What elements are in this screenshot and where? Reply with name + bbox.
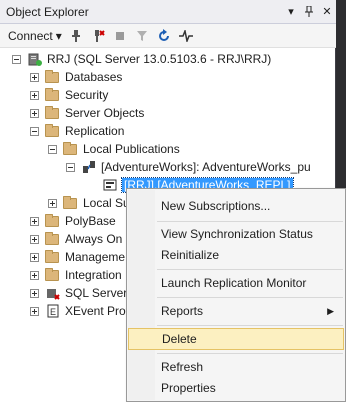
activity-monitor-icon[interactable] <box>178 28 194 44</box>
tree-label-server-objects: Server Objects <box>65 106 145 120</box>
sql-agent-icon <box>45 286 60 301</box>
connect-object-explorer-icon[interactable] <box>68 28 84 44</box>
connect-label: Connect <box>8 28 53 43</box>
tree-node-always-on[interactable]: Always On <box>30 230 122 248</box>
expand-icon[interactable] <box>30 72 39 82</box>
folder-icon <box>45 87 59 101</box>
tree-node-integration[interactable]: Integration <box>30 266 122 284</box>
collapse-icon[interactable] <box>48 144 57 154</box>
svg-text:E: E <box>50 307 56 317</box>
pin-icon[interactable] <box>300 2 318 22</box>
menu-label-delete: Delete <box>162 332 197 346</box>
tree-node-server[interactable]: RRJ (SQL Server 13.0.5103.6 - RRJ\RRJ) <box>12 50 271 68</box>
tree-node-local-subscriptions[interactable]: Local Su <box>48 194 130 212</box>
folder-icon <box>45 249 59 263</box>
menu-label-refresh: Refresh <box>161 360 204 374</box>
menu-separator <box>157 353 343 354</box>
title-bar: Object Explorer ▾ ✕ <box>0 0 336 24</box>
menu-label-reports: Reports <box>161 304 204 318</box>
menu-separator <box>157 221 343 222</box>
menu-item-launch-replication-monitor[interactable]: Launch Replication Monitor <box>128 272 344 294</box>
server-icon <box>27 52 42 67</box>
menu-item-refresh[interactable]: Refresh <box>128 356 344 378</box>
collapse-icon[interactable] <box>12 54 21 64</box>
chevron-down-icon: ▾ <box>55 28 62 43</box>
tree-node-polybase[interactable]: PolyBase <box>30 212 116 230</box>
tree-label-always-on: Always On <box>65 232 123 246</box>
xevent-profiler-icon: E <box>45 304 60 319</box>
menu-label-launch-replication-monitor: Launch Replication Monitor <box>161 276 307 290</box>
expand-icon[interactable] <box>30 108 39 118</box>
panel-title: Object Explorer <box>6 4 89 19</box>
expand-icon[interactable] <box>30 306 39 316</box>
tree-label-polybase: PolyBase <box>65 214 116 228</box>
close-icon[interactable]: ✕ <box>318 2 336 22</box>
tree-label-publication: [AdventureWorks]: AdventureWorks_pu <box>101 160 311 174</box>
folder-icon <box>63 141 77 155</box>
menu-label-reinitialize: Reinitialize <box>161 248 220 262</box>
folder-icon <box>45 213 59 227</box>
submenu-arrow-icon: ▶ <box>327 305 334 316</box>
toolbar: Connect ▾ <box>0 24 336 48</box>
tree-label-databases: Databases <box>65 70 123 84</box>
menu-item-properties[interactable]: Properties <box>128 377 344 399</box>
folder-icon <box>45 123 59 137</box>
expand-icon[interactable] <box>30 270 39 280</box>
connect-button[interactable]: Connect ▾ <box>8 29 62 43</box>
tree-node-replication[interactable]: Replication <box>30 122 124 140</box>
folder-icon <box>45 267 59 281</box>
tree-label-replication: Replication <box>65 124 125 138</box>
expand-icon[interactable] <box>30 90 39 100</box>
expand-icon[interactable] <box>48 198 57 208</box>
tree-label-management: Manageme <box>65 250 126 264</box>
tree-label-server: RRJ (SQL Server 13.0.5103.6 - RRJ\RRJ) <box>47 52 272 66</box>
disconnect-icon[interactable] <box>90 28 106 44</box>
tree-label-local-publications: Local Publications <box>83 142 180 156</box>
tree-node-server-objects[interactable]: Server Objects <box>30 104 144 122</box>
folder-icon <box>45 105 59 119</box>
tree-label-security: Security <box>65 88 109 102</box>
tree-node-management[interactable]: Manageme <box>30 248 125 266</box>
tree-node-publication[interactable]: [AdventureWorks]: AdventureWorks_pu <box>66 158 311 176</box>
expand-icon[interactable] <box>30 216 39 226</box>
expand-icon[interactable] <box>30 288 39 298</box>
tree-node-databases[interactable]: Databases <box>30 68 122 86</box>
tree-label-xevent-profiler: XEvent Prof <box>65 304 130 318</box>
menu-separator <box>157 269 343 270</box>
refresh-icon[interactable] <box>156 28 172 44</box>
expand-icon[interactable] <box>30 252 39 262</box>
tree-label-integration: Integration <box>65 268 122 282</box>
menu-separator <box>157 325 343 326</box>
context-menu: New Subscriptions... View Synchronizatio… <box>126 188 346 402</box>
folder-icon <box>45 231 59 245</box>
tree-node-sql-server-agent[interactable]: SQL Server <box>30 284 127 302</box>
stop-icon[interactable] <box>112 28 128 44</box>
tree-node-xevent-profiler[interactable]: E XEvent Prof <box>30 302 129 320</box>
tree-label-local-subscriptions: Local Su <box>83 196 130 210</box>
menu-separator <box>157 297 343 298</box>
folder-icon <box>45 69 59 83</box>
window-position-dropdown-icon[interactable]: ▾ <box>282 2 300 22</box>
tree-node-local-publications[interactable]: Local Publications <box>48 140 180 158</box>
tree-node-security[interactable]: Security <box>30 86 108 104</box>
menu-item-reports[interactable]: Reports ▶ <box>128 300 344 322</box>
menu-item-delete[interactable]: Delete <box>128 328 344 350</box>
tree-label-sql-server-agent: SQL Server <box>65 286 128 300</box>
collapse-icon[interactable] <box>66 162 75 172</box>
menu-label-new-subscriptions: New Subscriptions... <box>161 199 271 213</box>
menu-label-properties: Properties <box>161 381 216 395</box>
expand-icon[interactable] <box>30 234 39 244</box>
menu-item-reinitialize[interactable]: Reinitialize <box>128 244 344 266</box>
menu-item-new-subscriptions[interactable]: New Subscriptions... <box>128 195 344 217</box>
collapse-icon[interactable] <box>30 126 39 136</box>
subscription-icon <box>102 178 117 193</box>
filter-icon[interactable] <box>134 28 150 44</box>
menu-item-view-sync-status[interactable]: View Synchronization Status <box>128 223 344 245</box>
publication-icon <box>81 160 96 175</box>
folder-icon <box>63 195 77 209</box>
menu-label-view-sync-status: View Synchronization Status <box>161 227 313 241</box>
